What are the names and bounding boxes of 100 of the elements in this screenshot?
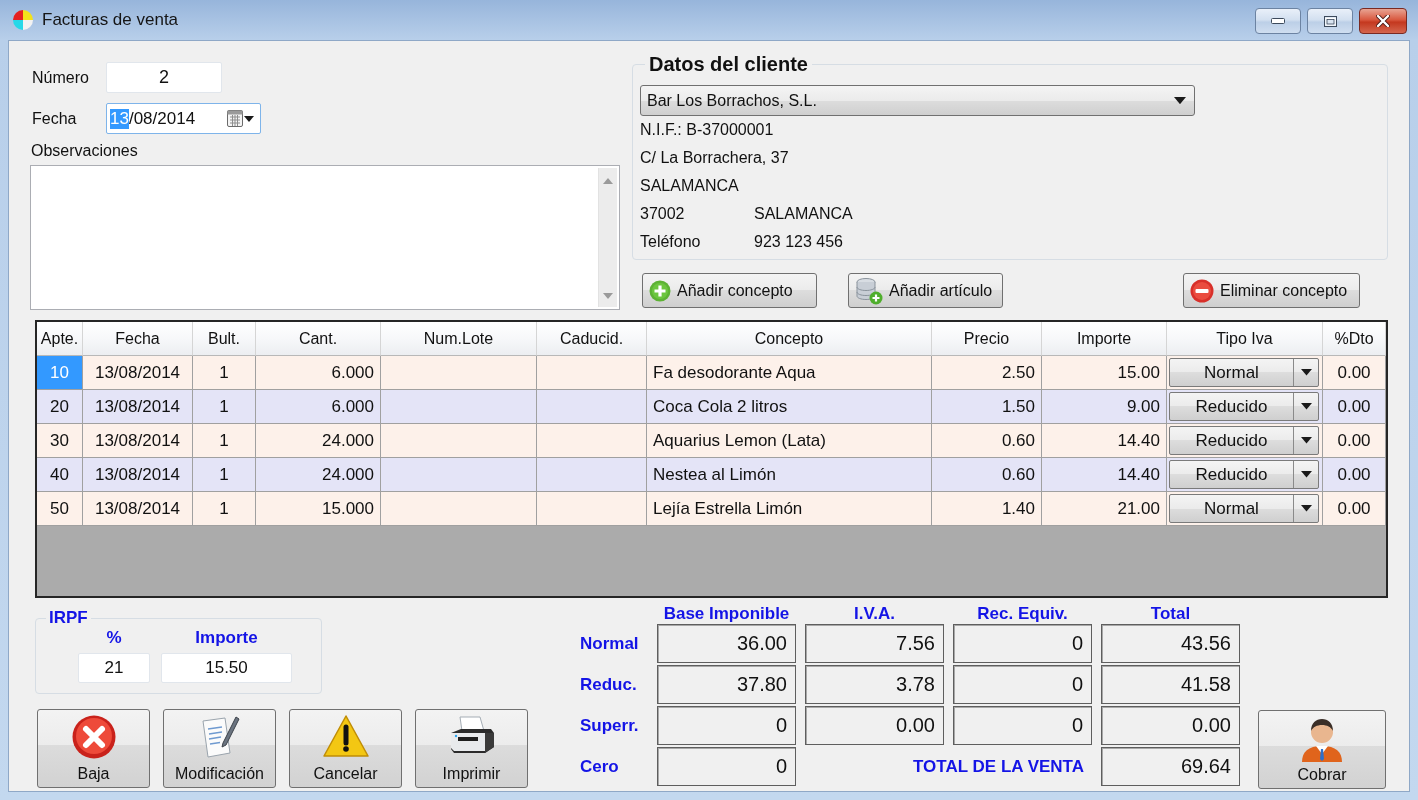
notes-label: Observaciones — [30, 142, 139, 160]
table-cell: 1.40 — [932, 492, 1042, 526]
column-header[interactable]: Precio — [932, 322, 1042, 356]
table-cell: 15.00 — [1042, 356, 1167, 390]
amount-field: 0 — [657, 706, 796, 745]
column-header[interactable]: Importe — [1042, 322, 1167, 356]
client-dropdown[interactable]: Bar Los Borrachos, S.L. — [640, 85, 1195, 116]
table-cell: 21.00 — [1042, 492, 1167, 526]
amount-field: 43.56 — [1101, 624, 1240, 663]
column-header: Rec. Equiv. — [976, 604, 1069, 622]
document-pen-icon — [199, 715, 240, 759]
client-detail: SALAMANCA — [640, 177, 739, 195]
delete-button[interactable]: Baja — [37, 709, 150, 788]
cancel-button[interactable]: Cancelar — [289, 709, 402, 788]
add-button[interactable]: Añadir concepto — [642, 273, 817, 308]
amount-field: 0 — [953, 665, 1092, 704]
calendar-icon — [227, 110, 243, 127]
close-button[interactable] — [1359, 8, 1407, 34]
field-label: 37002 — [640, 205, 686, 223]
column-header[interactable]: Apte. — [37, 322, 83, 356]
scrollbar[interactable] — [598, 168, 617, 307]
table-cell: 14.40 — [1042, 458, 1167, 492]
minimize-button[interactable] — [1255, 8, 1301, 34]
print-button[interactable]: Imprimir — [415, 709, 528, 788]
scroll-down-icon — [603, 293, 613, 299]
amount-field: 7.56 — [805, 624, 944, 663]
maximize-button[interactable] — [1307, 8, 1353, 34]
table-cell: 6.000 — [256, 390, 381, 424]
row-number-cell: 50 — [37, 492, 83, 526]
app-icon — [12, 9, 34, 31]
field-label: Importe — [194, 628, 259, 648]
notes-field[interactable] — [30, 165, 620, 310]
table-cell: 1 — [193, 390, 256, 424]
grand-total-label: TOTAL DE LA VENTA — [913, 756, 1085, 777]
collect-button[interactable]: Cobrar — [1258, 710, 1386, 789]
grand-total-field: 69.64 — [1101, 747, 1240, 786]
minimize-icon — [1271, 18, 1285, 24]
row-number-cell: 10 — [37, 356, 83, 390]
minus-circle-icon — [1190, 278, 1214, 303]
close-icon — [1376, 15, 1390, 27]
column-header[interactable]: Bult. — [193, 322, 256, 356]
column-header: I.V.A. — [853, 604, 896, 622]
table-cell: 0.00 — [1323, 458, 1386, 492]
column-header[interactable]: Fecha — [83, 322, 193, 356]
scroll-up-icon — [603, 178, 613, 184]
client-detail: SALAMANCA — [754, 205, 853, 223]
table-cell: 0.00 — [1323, 390, 1386, 424]
row-label: Superr. — [579, 715, 640, 736]
table-cell: Lejía Estrella Limón — [647, 492, 932, 526]
amount-field: 0 — [953, 706, 1092, 745]
column-header[interactable]: Caducid. — [537, 322, 647, 356]
window-title: Facturas de venta — [42, 10, 179, 30]
table-cell: 13/08/2014 — [83, 492, 193, 526]
row-label: Cero — [579, 756, 620, 777]
table-cell: 24.000 — [256, 424, 381, 458]
vat-type-dropdown[interactable]: Normal — [1169, 494, 1319, 523]
table-cell: 1 — [193, 492, 256, 526]
edit-button[interactable]: Modificación — [163, 709, 276, 788]
column-header: Total — [1149, 604, 1192, 622]
amount-field: 0 — [953, 624, 1092, 663]
column-header[interactable]: Cant. — [256, 322, 381, 356]
table-cell: 9.00 — [1042, 390, 1167, 424]
table-cell: 13/08/2014 — [83, 458, 193, 492]
column-header[interactable]: Num.Lote — [381, 322, 537, 356]
column-header[interactable]: Tipo Iva — [1167, 322, 1323, 356]
client-detail: 923 123 456 — [754, 233, 843, 251]
table-cell: 14.40 — [1042, 424, 1167, 458]
column-header[interactable]: Concepto — [647, 322, 932, 356]
row-number-cell: 20 — [37, 390, 83, 424]
amount-field: 0.00 — [805, 706, 944, 745]
caret-icon — [1300, 437, 1312, 444]
vat-type-dropdown[interactable]: Normal — [1169, 358, 1319, 387]
table-cell: Nestea al Limón — [647, 458, 932, 492]
table-cell: 15.000 — [256, 492, 381, 526]
plus-circle-icon — [649, 279, 671, 302]
table-cell: 0.60 — [932, 424, 1042, 458]
table-cell: 13/08/2014 — [83, 356, 193, 390]
table-cell: Coca Cola 2 litros — [647, 390, 932, 424]
table-cell: 13/08/2014 — [83, 390, 193, 424]
caret-icon — [1300, 403, 1312, 410]
row-number-cell: 40 — [37, 458, 83, 492]
row-number-cell: 30 — [37, 424, 83, 458]
add-item-button[interactable]: Añadir artículo — [848, 273, 1003, 308]
amount-field: 0.00 — [1101, 706, 1240, 745]
table-cell: 0.00 — [1323, 492, 1386, 526]
vat-type-dropdown[interactable]: Reducido — [1169, 392, 1319, 421]
vat-type-dropdown[interactable]: Reducido — [1169, 460, 1319, 489]
irpf-field[interactable]: 15.50 — [161, 653, 292, 683]
column-header: Base Imponible — [662, 604, 791, 622]
table-cell: 1.50 — [932, 390, 1042, 424]
number-field[interactable]: 2 — [106, 62, 222, 93]
vat-type-dropdown[interactable]: Reducido — [1169, 426, 1319, 455]
column-header[interactable]: %Dto — [1323, 322, 1386, 356]
irpf-field[interactable]: 21 — [78, 653, 150, 683]
group-title: IRPF — [48, 608, 89, 628]
client-detail: N.I.F.: B-37000001 — [640, 121, 774, 139]
remove-button[interactable]: Eliminar concepto — [1183, 273, 1360, 308]
amount-field: 41.58 — [1101, 665, 1240, 704]
caret-icon — [1300, 471, 1312, 478]
table-cell: 24.000 — [256, 458, 381, 492]
